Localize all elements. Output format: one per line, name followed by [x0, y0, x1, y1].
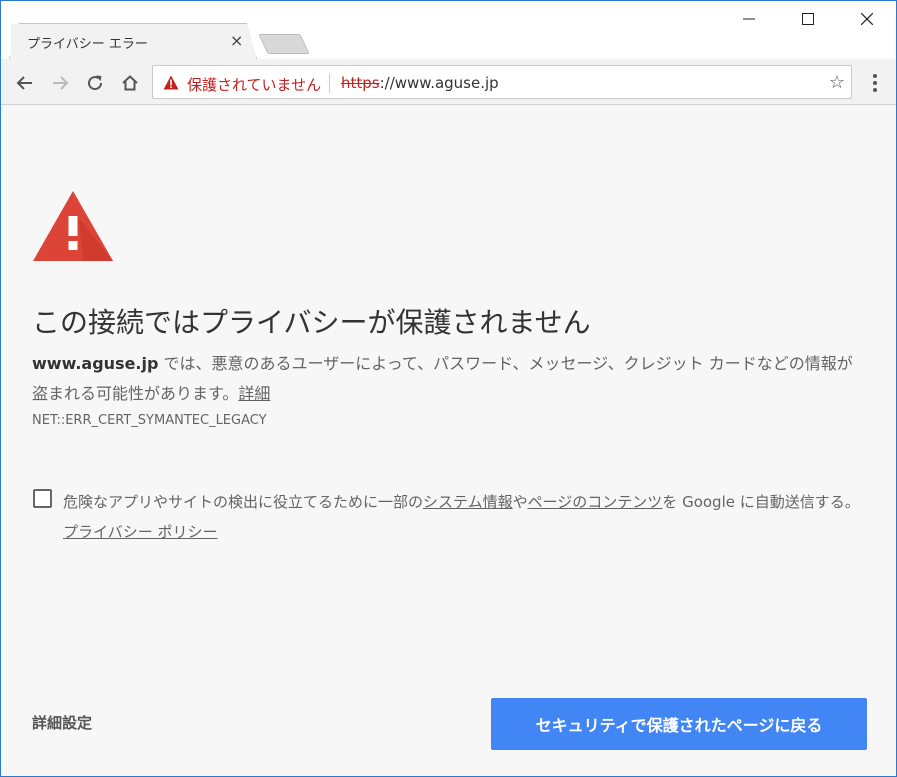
tab-close-icon[interactable]: ×	[230, 31, 243, 51]
maximize-button[interactable]	[788, 7, 828, 31]
omnibox-separator	[329, 73, 330, 93]
page-content-link[interactable]: ページのコンテンツ	[528, 493, 663, 511]
bookmark-star-icon[interactable]: ☆	[829, 72, 845, 93]
reload-button[interactable]	[83, 71, 107, 95]
site-domain: www.aguse.jp	[32, 354, 159, 373]
browser-menu-icon[interactable]	[867, 71, 883, 95]
new-tab-button[interactable]	[258, 34, 310, 54]
close-window-button[interactable]	[847, 7, 887, 31]
cb-text-part-3: を Google に自動送信する。	[662, 493, 860, 511]
system-info-link[interactable]: システム情報	[423, 493, 513, 511]
url-host: ://www.aguse.jp	[379, 74, 499, 92]
url-scheme: https	[341, 74, 380, 92]
reload-icon	[88, 75, 103, 91]
warning-triangle-icon[interactable]	[163, 75, 179, 94]
explanation-text: www.aguse.jp では、悪意のあるユーザーによって、パスワード、メッセー…	[32, 349, 867, 409]
back-to-safety-button[interactable]: セキュリティで保護されたページに戻る	[491, 698, 867, 750]
address-bar[interactable]: 保護されていません https://www.aguse.jp ☆	[152, 65, 852, 99]
arrow-left-icon	[16, 76, 32, 90]
details-link[interactable]: 詳細	[238, 384, 270, 403]
maximize-icon	[802, 13, 814, 25]
minimize-button[interactable]	[729, 7, 769, 31]
close-icon	[861, 13, 873, 25]
browser-window: プライバシー エラー × 保護されていません https://www.aguse…	[0, 0, 897, 777]
url-text[interactable]: https://www.aguse.jp	[341, 74, 499, 92]
home-button[interactable]	[118, 71, 142, 95]
cb-text-part-1: 危険なアプリやサイトの検出に役立てるために一部の	[63, 493, 424, 511]
large-warning-icon	[31, 189, 115, 267]
home-icon	[122, 75, 138, 91]
forward-button[interactable]	[48, 71, 72, 95]
security-status[interactable]: 保護されていません	[187, 74, 321, 95]
advanced-button[interactable]: 詳細設定	[32, 712, 92, 733]
error-code: NET::ERR_CERT_SYMANTEC_LEGACY	[32, 413, 267, 428]
extended-reporting-checkbox[interactable]	[33, 489, 52, 508]
page-heading: この接続ではプライバシーが保護されません	[32, 306, 591, 339]
minimize-icon	[743, 18, 755, 20]
tab-title: プライバシー エラー	[27, 37, 148, 52]
extended-reporting-label: 危険なアプリやサイトの検出に役立てるために一部のシステム情報やページのコンテンツ…	[63, 487, 873, 547]
back-button[interactable]	[13, 71, 37, 95]
privacy-policy-link[interactable]: プライバシー ポリシー	[63, 523, 217, 541]
arrow-right-icon	[53, 76, 69, 90]
cb-text-part-2: や	[512, 493, 528, 511]
